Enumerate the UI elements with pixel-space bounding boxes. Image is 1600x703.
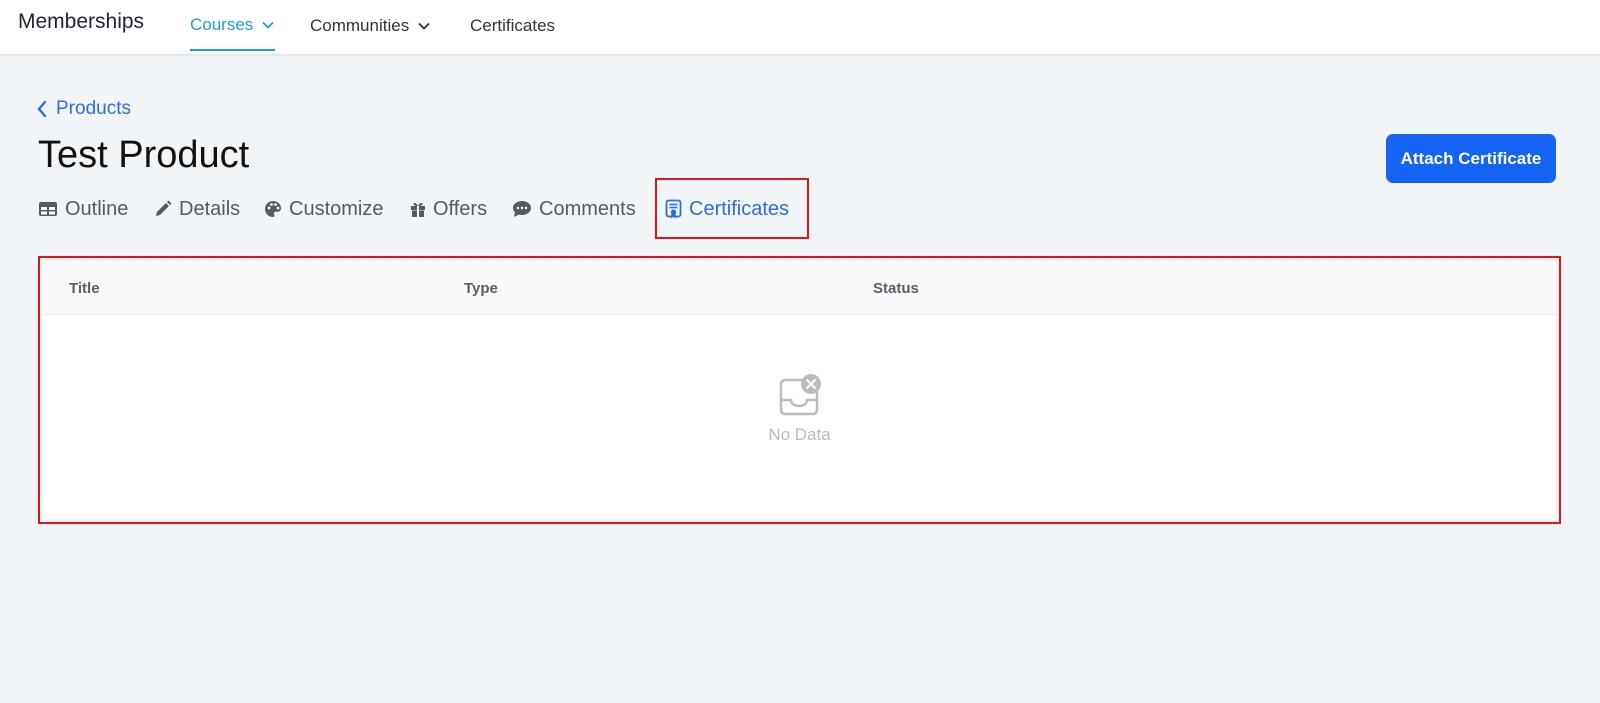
column-header-status[interactable]: Status [873,280,919,297]
nav-item-certificates[interactable]: Certificates [470,0,555,52]
tab-details[interactable]: Details [154,190,240,228]
nav-item-label: Courses [190,14,254,34]
table-icon [39,202,57,216]
tab-certificates[interactable]: Certificates [665,190,789,228]
tab-label: Offers [433,197,488,220]
chevron-left-icon [37,100,47,118]
tab-outline[interactable]: Outline [38,190,128,228]
tab-label: Comments [539,197,636,220]
chevron-down-icon [262,21,274,29]
nav-item-label: Communities [310,16,410,35]
attach-certificate-button[interactable]: Attach Certificate [1386,134,1556,183]
tab-offers[interactable]: Offers [410,190,487,228]
nav-item-label: Certificates [470,16,556,35]
page-title: Test Product [38,134,250,176]
brand-title[interactable]: Memberships [18,10,144,34]
empty-inbox-icon [779,374,821,416]
tab-label: Details [179,197,241,220]
empty-state-label: No Data [768,425,831,444]
tab-comments[interactable]: Comments [512,190,636,228]
tab-label: Outline [65,197,129,220]
breadcrumb-back-products[interactable]: Products [36,98,131,120]
column-header-title[interactable]: Title [69,280,100,297]
empty-state: No Data [43,373,1556,445]
top-navbar: Memberships Courses Communities Certific… [0,0,1600,54]
column-header-type[interactable]: Type [464,280,498,297]
comment-icon [513,201,531,217]
certificates-table: Title Type Status No Data [43,261,1556,519]
table-header: Title Type Status [43,261,1556,315]
tab-customize[interactable]: Customize [264,190,383,228]
gift-icon [411,202,425,217]
chevron-down-icon [418,22,430,30]
nav-item-courses[interactable]: Courses [190,0,276,51]
breadcrumb-label: Products [56,98,131,119]
tab-label: Certificates [689,197,790,220]
nav-item-communities[interactable]: Communities [310,0,431,52]
certificate-icon [665,199,682,219]
pencil-icon [156,200,172,216]
palette-icon [265,201,281,217]
tab-label: Customize [289,197,384,220]
certificates-table-highlight-box: Title Type Status No Data [38,256,1561,524]
